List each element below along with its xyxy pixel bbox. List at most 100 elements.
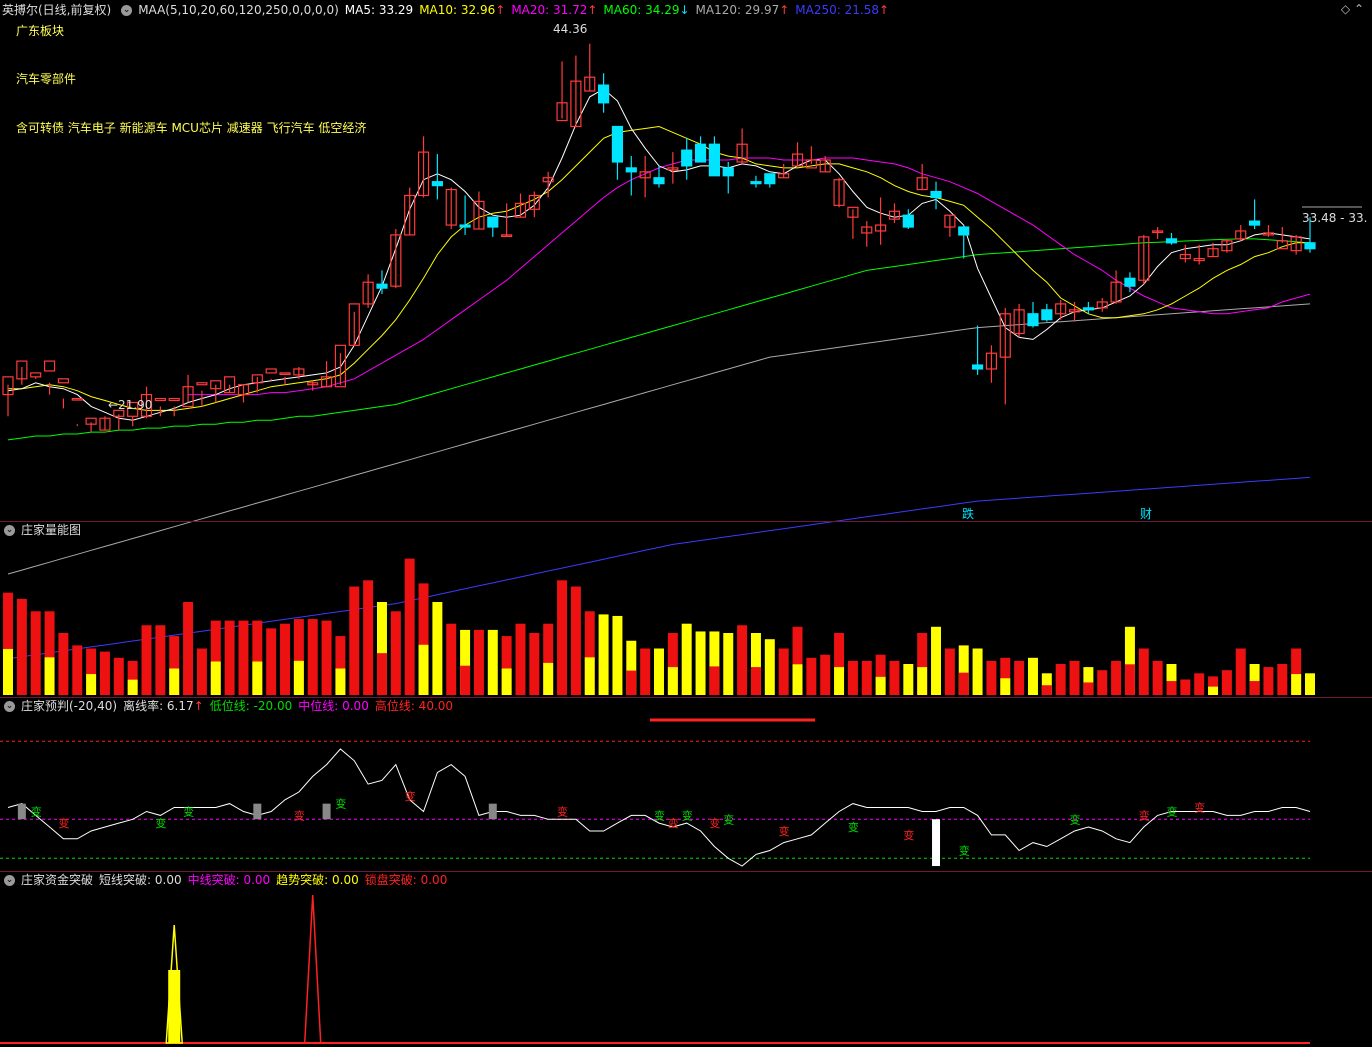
volume-bar-segment (917, 667, 928, 695)
ma250-value: MA250: 21.58 (795, 3, 879, 17)
volume-bar (1180, 679, 1191, 695)
change-marker: 变 (779, 824, 790, 838)
volume-bar (432, 602, 443, 695)
forecast-grey-bar (488, 803, 497, 820)
ma120-value: MA120: 29.97 (695, 3, 780, 17)
volume-bar-segment (626, 670, 637, 695)
volume-bar-segment (418, 644, 429, 695)
ma20-value: MA20: 31.72 (511, 3, 588, 17)
volume-bar (847, 660, 858, 695)
volume-bar (1138, 648, 1149, 695)
change-marker: 变 (709, 816, 720, 830)
settings-circle-icon[interactable]: ⌄ (121, 5, 133, 16)
main-header: 英搏尔(日线,前复权) ⌄ MAA(5,10,20,60,120,250,0,0,0… (0, 1, 895, 19)
change-marker: 变 (557, 804, 568, 818)
volume-bar-segment (1208, 686, 1219, 695)
volume-bar (931, 626, 942, 695)
change-marker: 变 (31, 804, 42, 818)
volume-bar (99, 651, 110, 695)
change-marker: 变 (155, 816, 166, 830)
ma60-value: MA60: 34.29 (603, 3, 680, 17)
forecast-panel-header: ⌄ 庄家预判(-20,40) 离线率: 6.17↑ 低位线: -20.00 中位线: 0… (0, 697, 459, 715)
volume-bar (1277, 664, 1288, 695)
deviation-value: 离线率: 6.17 (123, 699, 194, 713)
collapse-icon[interactable]: ⌃ (1354, 2, 1364, 16)
volume-panel-header: ⌄ 庄家量能图 (0, 521, 87, 539)
volume-bar (861, 660, 872, 695)
ma20-line (188, 157, 1311, 396)
volume-bar (820, 654, 831, 695)
volume-bar (446, 623, 457, 695)
ma120-line (7, 303, 1311, 575)
change-marker: 变 (1139, 808, 1150, 822)
breakout-panel-title[interactable]: 庄家资金突破 (21, 873, 93, 887)
volume-bar (681, 623, 692, 695)
ma60-arrow-icon: ↓ (679, 3, 690, 17)
candle-body (168, 397, 180, 402)
change-marker: 变 (405, 789, 416, 803)
volume-bar (390, 611, 401, 695)
volume-bar-segment (584, 657, 595, 695)
ma5-line (7, 88, 1311, 421)
volume-bar (1263, 667, 1274, 695)
change-marker: 变 (959, 843, 970, 857)
volume-bar (1305, 673, 1315, 695)
volume-bar (889, 660, 900, 695)
volume-bar-segment (709, 666, 720, 695)
volume-bar-segment (667, 667, 678, 695)
last-price-label: 33.48 - 33. (1302, 211, 1367, 225)
panel-toggle-icon[interactable]: ⌄ (4, 875, 15, 886)
candle-body (708, 143, 720, 177)
candle-body (487, 216, 499, 228)
lock-breakout-spike (303, 894, 322, 1044)
volume-bar-segment (750, 667, 761, 695)
volume-panel-title[interactable]: 庄家量能图 (21, 523, 81, 537)
candle-body (681, 149, 693, 167)
candle-body (30, 372, 42, 378)
event-marker-drop: 跌 (962, 506, 974, 521)
ma250-label: MA250: 21.58↑ (795, 3, 889, 17)
panel-toggle-icon[interactable]: ⌄ (4, 525, 15, 536)
volume-bar (1069, 660, 1080, 695)
volume-bar-segment (875, 676, 886, 695)
stock-name[interactable]: 英搏尔(日线,前复权) (2, 3, 111, 17)
panel-divider-1 (0, 521, 1372, 522)
volume-bar (654, 648, 664, 695)
deviation-arrow-icon: ↑ (193, 699, 204, 713)
volume-bar (307, 619, 318, 695)
volume-bar (280, 623, 291, 695)
deviation-label: 离线率: 6.17↑ (123, 699, 204, 713)
panel-toggle-icon[interactable]: ⌄ (4, 701, 15, 712)
volume-bar (723, 633, 734, 695)
volume-bar-segment (958, 672, 969, 695)
volume-bar (1221, 670, 1232, 695)
event-marker-finance: 财 (1140, 507, 1152, 521)
candle-body (1249, 220, 1261, 226)
volume-bar (58, 633, 69, 695)
volume-bar (321, 620, 332, 695)
candle-body (598, 84, 610, 104)
forecast-panel-title[interactable]: 庄家预判(-20,40) (21, 699, 117, 713)
volume-bar (737, 625, 748, 695)
volume-bar (695, 631, 706, 695)
mid-line-label: 中位线: 0.00 (298, 699, 369, 713)
volume-bar-segment (335, 668, 346, 695)
concept-region[interactable]: 广东板块 (16, 22, 64, 39)
volume-bar (972, 648, 983, 695)
diamond-icon[interactable]: ◇ (1341, 2, 1350, 16)
volume-bar-segment (293, 660, 304, 695)
volume-bar-segment (1249, 681, 1260, 695)
ma5-label: MA5: 33.29 (344, 3, 414, 17)
ma20-arrow-icon: ↑ (587, 3, 598, 17)
change-marker: 变 (682, 808, 693, 822)
candle-body (1304, 242, 1316, 250)
volume-bar (640, 648, 651, 695)
volume-bar (1235, 648, 1246, 695)
forecast-grey-bar (17, 803, 26, 820)
volume-bar (986, 660, 997, 695)
candle-body (57, 378, 69, 384)
concept-industry[interactable]: 汽车零部件 (16, 70, 76, 87)
concept-themes[interactable]: 含可转债 汽车电子 新能源车 MCU芯片 减速器 飞行汽车 低空经济 (16, 119, 366, 136)
candle-body (376, 283, 388, 289)
breakout-panel-header: ⌄ 庄家资金突破 短线突破: 0.00 中线突破: 0.00 趋势突破: 0.00 锁盘突… (0, 871, 453, 889)
